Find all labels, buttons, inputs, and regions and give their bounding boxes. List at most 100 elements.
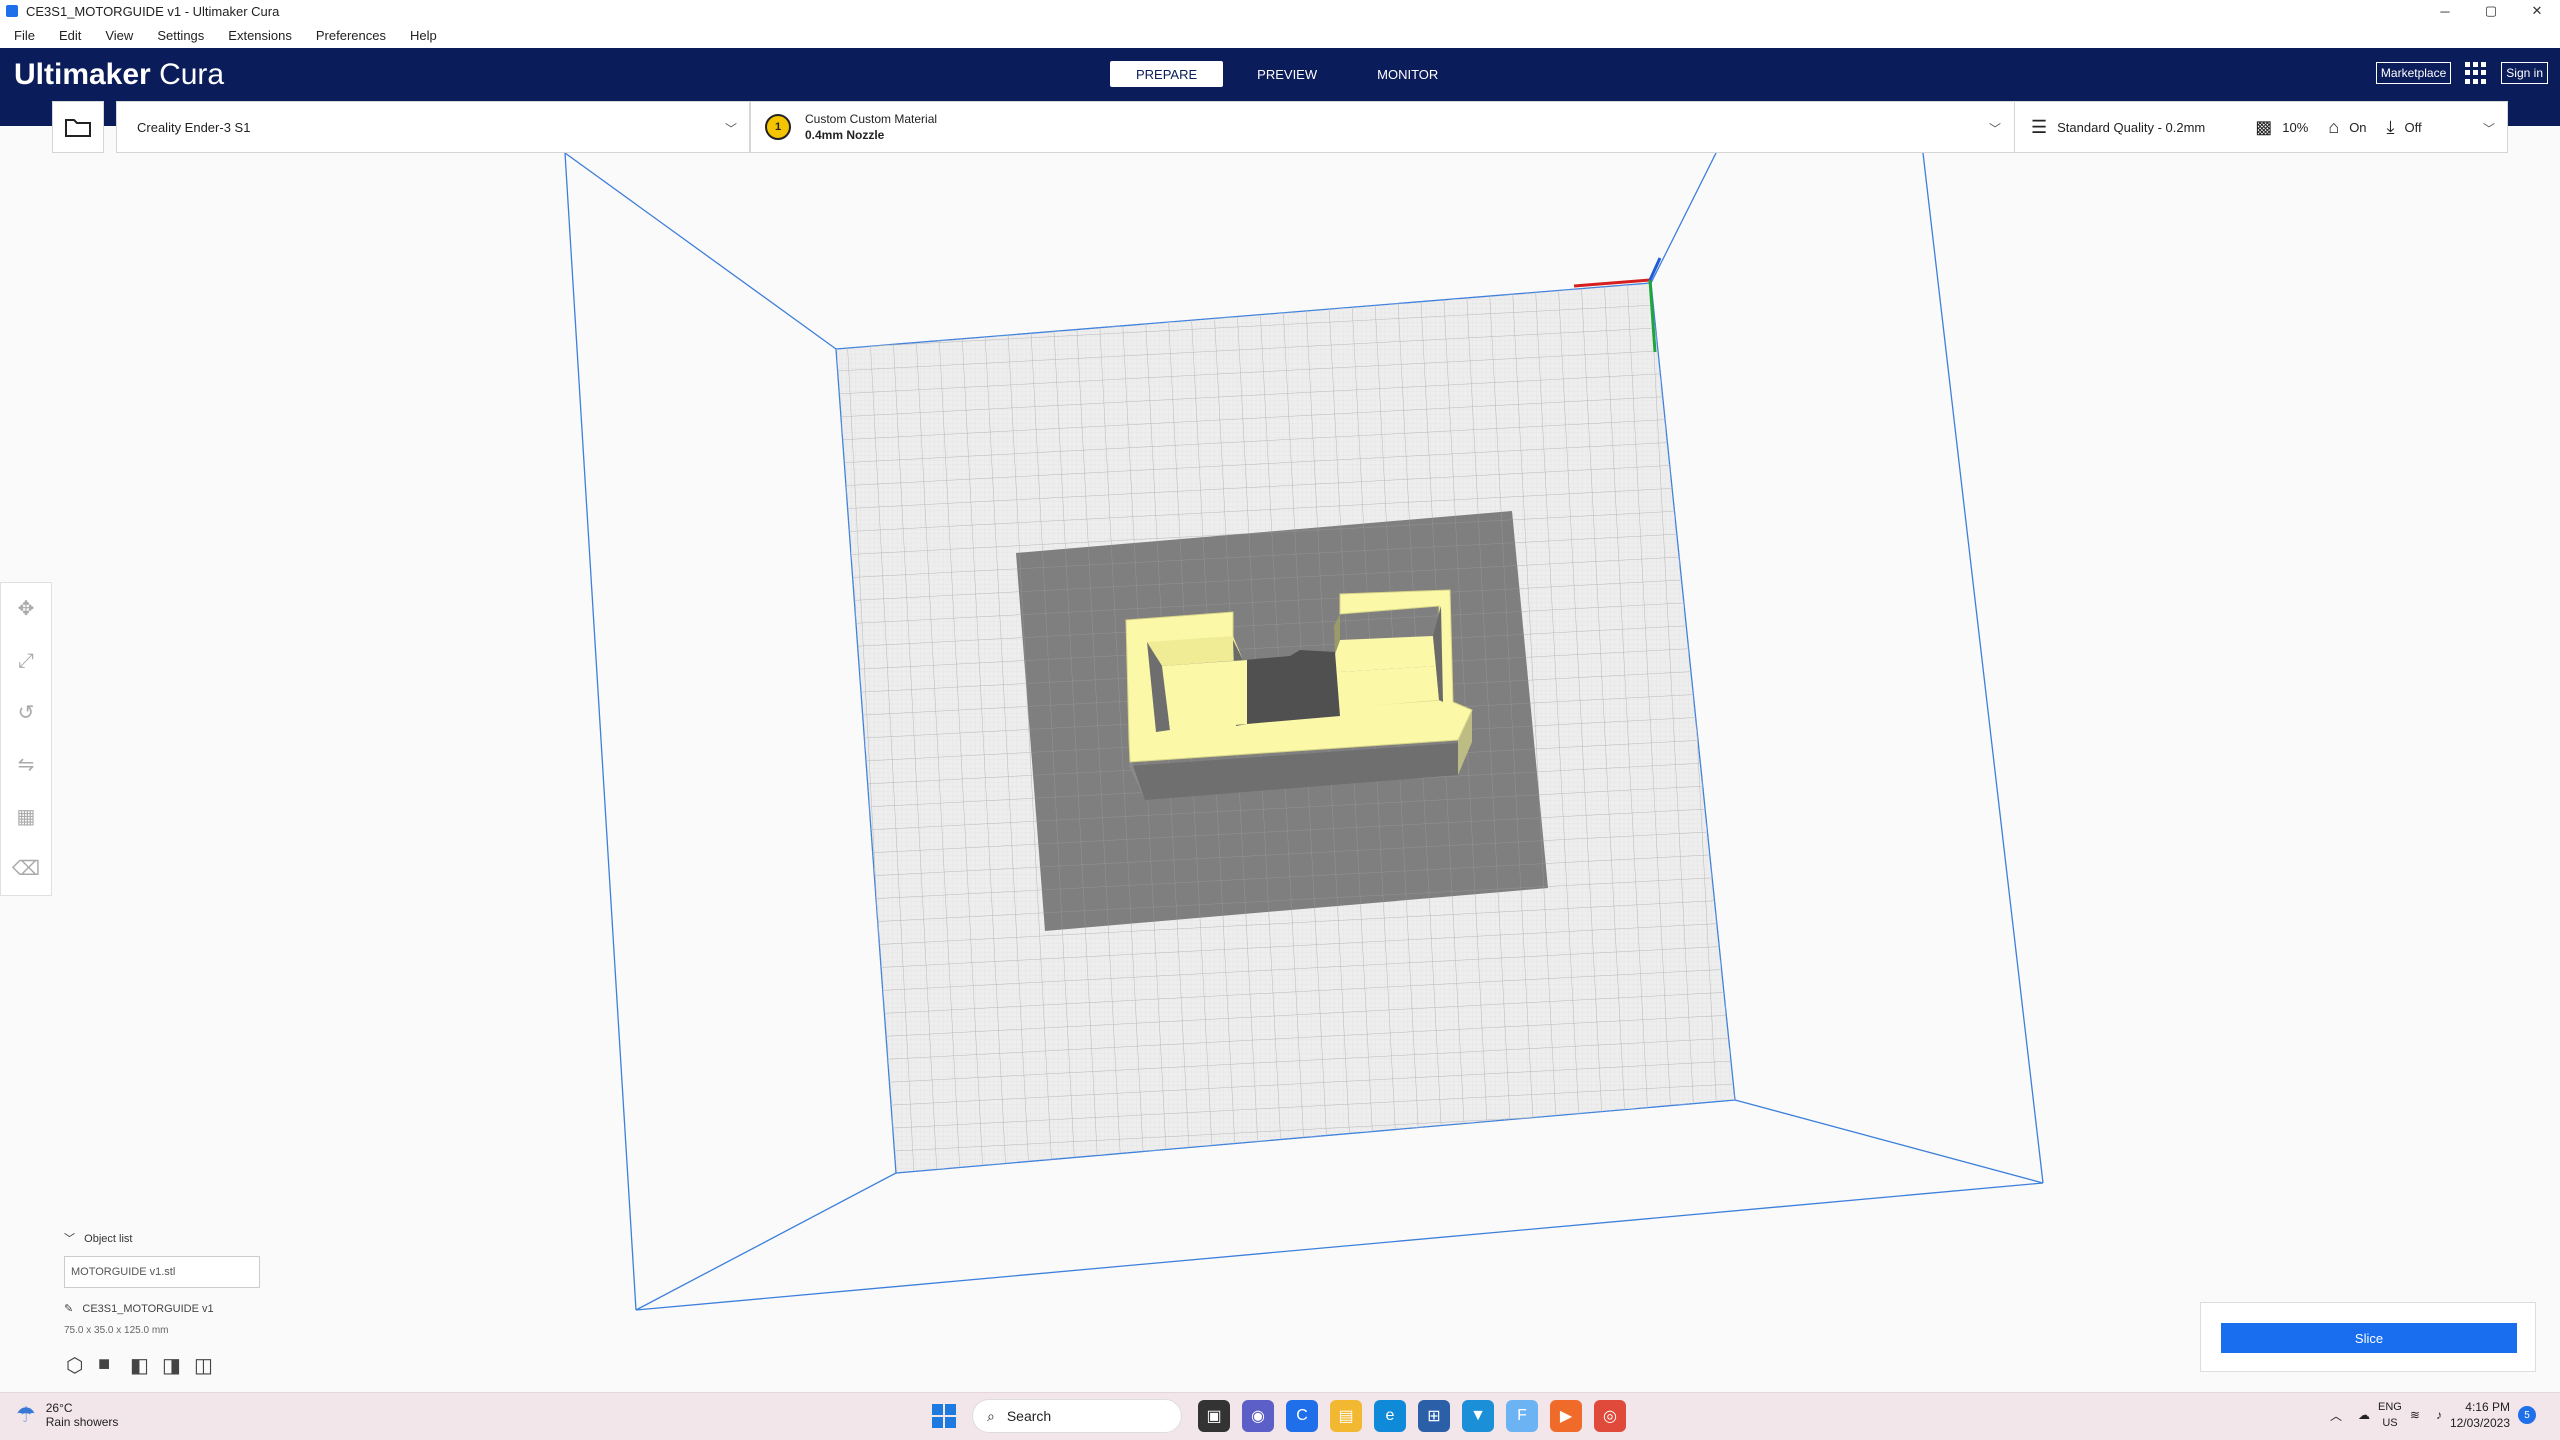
clock-date: 12/03/2023 — [2449, 1416, 2510, 1430]
search-placeholder: Search — [1006, 1408, 1052, 1424]
system-tray: ︿ ☁ ENG US ≋ ♪ 4:16 PM 12/03/2023 5 — [2322, 1399, 2544, 1431]
extruder-badge: 1 — [765, 114, 791, 140]
close-button[interactable]: ✕ — [2514, 0, 2560, 22]
fusion-icon[interactable]: F — [1506, 1400, 1538, 1432]
header-actions: Marketplace Sign in — [2375, 62, 2548, 84]
volume-icon[interactable]: ♪ — [2436, 1408, 2442, 1422]
menu-file[interactable]: File — [14, 28, 35, 43]
menu-edit[interactable]: Edit — [59, 28, 81, 43]
rotate-tool-icon[interactable]: ↺ — [1, 687, 51, 739]
move-tool-icon[interactable]: ✥ — [1, 583, 51, 635]
slides-icon[interactable]: ▶ — [1550, 1400, 1582, 1432]
wifi-icon[interactable]: ≋ — [2410, 1408, 2420, 1422]
region: US — [2382, 1417, 2398, 1429]
material-selector[interactable]: 1 Custom Custom Material 0.4mm Nozzle ﹀ — [750, 101, 2016, 153]
task-view-icon[interactable]: ▣ — [1198, 1400, 1230, 1432]
onedrive-icon[interactable]: ☁ — [2358, 1408, 2370, 1422]
rain-cloud-icon: ☂ — [16, 1402, 36, 1427]
brand-name: Ultimaker — [14, 58, 151, 91]
printer-selector[interactable]: Creality Ender-3 S1 ﹀ — [116, 101, 750, 153]
weather-temperature: 26°C — [45, 1401, 73, 1415]
taskbar-search[interactable]: ⌕ Search — [972, 1399, 1182, 1433]
job-name: CE3S1_MOTORGUIDE v1 — [82, 1303, 214, 1315]
slice-button[interactable]: Slice — [2221, 1323, 2517, 1353]
material-name: Custom Custom Material — [805, 112, 938, 126]
search-icon: ⌕ — [987, 1407, 995, 1424]
object-list-toggle[interactable]: ﹀ Object list — [64, 1230, 260, 1246]
menu-view[interactable]: View — [105, 28, 133, 43]
adhesion-value: Off — [2404, 119, 2422, 135]
weather-widget[interactable]: ☂ 26°C Rain showers — [16, 1401, 118, 1429]
job-name-row[interactable]: ✎ CE3S1_MOTORGUIDE v1 — [64, 1302, 260, 1315]
menu-help[interactable]: Help — [410, 28, 437, 43]
object-dimensions: 75.0 x 35.0 x 125.0 mm — [64, 1325, 169, 1336]
minimize-button[interactable]: ─ — [2422, 0, 2468, 22]
app-icon[interactable]: ▼ — [1462, 1400, 1494, 1432]
clock[interactable]: 4:16 PM 12/03/2023 — [2450, 1399, 2510, 1431]
taskbar-apps: ⌕ Search ▣ ◉ C ▤ e ⊞ ▼ F ▶ ◎ — [932, 1399, 1632, 1433]
nozzle-size: 0.4mm Nozzle — [805, 128, 885, 142]
file-explorer-icon[interactable]: ▤ — [1330, 1400, 1362, 1432]
chevron-down-icon: ﹀ — [724, 122, 737, 136]
title-bar: CE3S1_MOTORGUIDE v1 - Ultimaker Cura ─ ▢… — [0, 0, 2560, 22]
folder-icon — [65, 119, 91, 137]
pencil-icon[interactable]: ✎ — [64, 1303, 73, 1315]
maximize-button[interactable]: ▢ — [2468, 0, 2514, 22]
tab-prepare[interactable]: PREPARE — [1110, 61, 1224, 87]
transform-tools: ✥ ⤢ ↺ ⇋ ▦ ⌫ — [0, 582, 52, 896]
stage-tabs: PREPARE PREVIEW MONITOR — [1110, 61, 1472, 87]
sliders-icon: ☰ — [2031, 116, 2048, 137]
chat-icon[interactable]: ◉ — [1242, 1400, 1274, 1432]
view-top-icon[interactable]: ◧ — [130, 1353, 162, 1378]
clock-time: 4:16 PM — [2465, 1400, 2510, 1414]
store-icon[interactable]: ⊞ — [1418, 1400, 1450, 1432]
cura-taskbar-icon[interactable]: C — [1286, 1400, 1318, 1432]
apps-grid-icon[interactable] — [2465, 62, 2487, 84]
view-right-icon[interactable]: ◫ — [194, 1353, 226, 1378]
scale-tool-icon[interactable]: ⤢ — [1, 635, 51, 687]
weather-condition: Rain showers — [45, 1415, 119, 1429]
object-list-panel: ﹀ Object list MOTORGUIDE v1.stl ✎ CE3S1_… — [64, 1230, 260, 1336]
quality-profile: Standard Quality - 0.2mm — [2057, 119, 2206, 135]
view-front-icon[interactable]: ■ — [98, 1353, 130, 1378]
notification-badge[interactable]: 5 — [2518, 1406, 2536, 1424]
menu-preferences[interactable]: Preferences — [316, 28, 386, 43]
cura-app-icon — [6, 5, 18, 17]
brand-logo: Ultimaker Cura — [14, 58, 224, 92]
camera-view-buttons: ⬡ ■ ◧ ◨ ◫ — [66, 1353, 226, 1378]
infill-value: 10% — [2282, 119, 2309, 135]
tab-monitor[interactable]: MONITOR — [1351, 61, 1464, 87]
language: ENG — [2378, 1401, 2402, 1413]
windows-start-icon[interactable] — [932, 1404, 956, 1428]
menu-extensions[interactable]: Extensions — [228, 28, 292, 43]
view-3d-icon[interactable]: ⬡ — [66, 1353, 98, 1378]
windows-taskbar: ☂ 26°C Rain showers ⌕ Search ▣ ◉ C ▤ e ⊞… — [0, 1392, 2560, 1440]
object-list-header: Object list — [84, 1233, 133, 1245]
edge-browser-icon[interactable]: e — [1374, 1400, 1406, 1432]
per-model-settings-icon[interactable]: ▦ — [1, 791, 51, 843]
chevron-up-icon[interactable]: ︿ — [2330, 1407, 2342, 1424]
mirror-tool-icon[interactable]: ⇋ — [1, 739, 51, 791]
chevron-down-icon: ﹀ — [1988, 122, 2001, 136]
chrome-icon[interactable]: ◎ — [1594, 1400, 1626, 1432]
menu-settings[interactable]: Settings — [157, 28, 204, 43]
open-file-button[interactable] — [52, 101, 104, 153]
support-icon: ⌂ — [2328, 116, 2340, 137]
support-blocker-icon[interactable]: ⌫ — [1, 843, 51, 895]
object-list-item[interactable]: MOTORGUIDE v1.stl — [64, 1256, 260, 1288]
infill-icon: ▩ — [2255, 116, 2273, 137]
adhesion-icon: ⤓ — [2386, 116, 2395, 137]
view-left-icon[interactable]: ◨ — [162, 1353, 194, 1378]
chevron-down-icon: ﹀ — [2482, 122, 2495, 136]
brand-product: Cura — [150, 58, 225, 91]
marketplace-button[interactable]: Marketplace — [2375, 62, 2452, 84]
menu-bar: File Edit View Settings Extensions Prefe… — [0, 22, 2560, 48]
language-indicator[interactable]: ENG US — [2378, 1399, 2402, 1431]
window-controls: ─ ▢ ✕ — [2422, 0, 2560, 22]
print-settings-selector[interactable]: ☰ Standard Quality - 0.2mm ▩ 10% ⌂ On ⤓ Off … — [2014, 101, 2508, 153]
sign-in-button[interactable]: Sign in — [2501, 62, 2548, 84]
printer-name: Creality Ender-3 S1 — [137, 119, 251, 135]
3d-viewport[interactable] — [0, 153, 2560, 1393]
support-value: On — [2349, 119, 2367, 135]
tab-preview[interactable]: PREVIEW — [1231, 61, 1343, 87]
